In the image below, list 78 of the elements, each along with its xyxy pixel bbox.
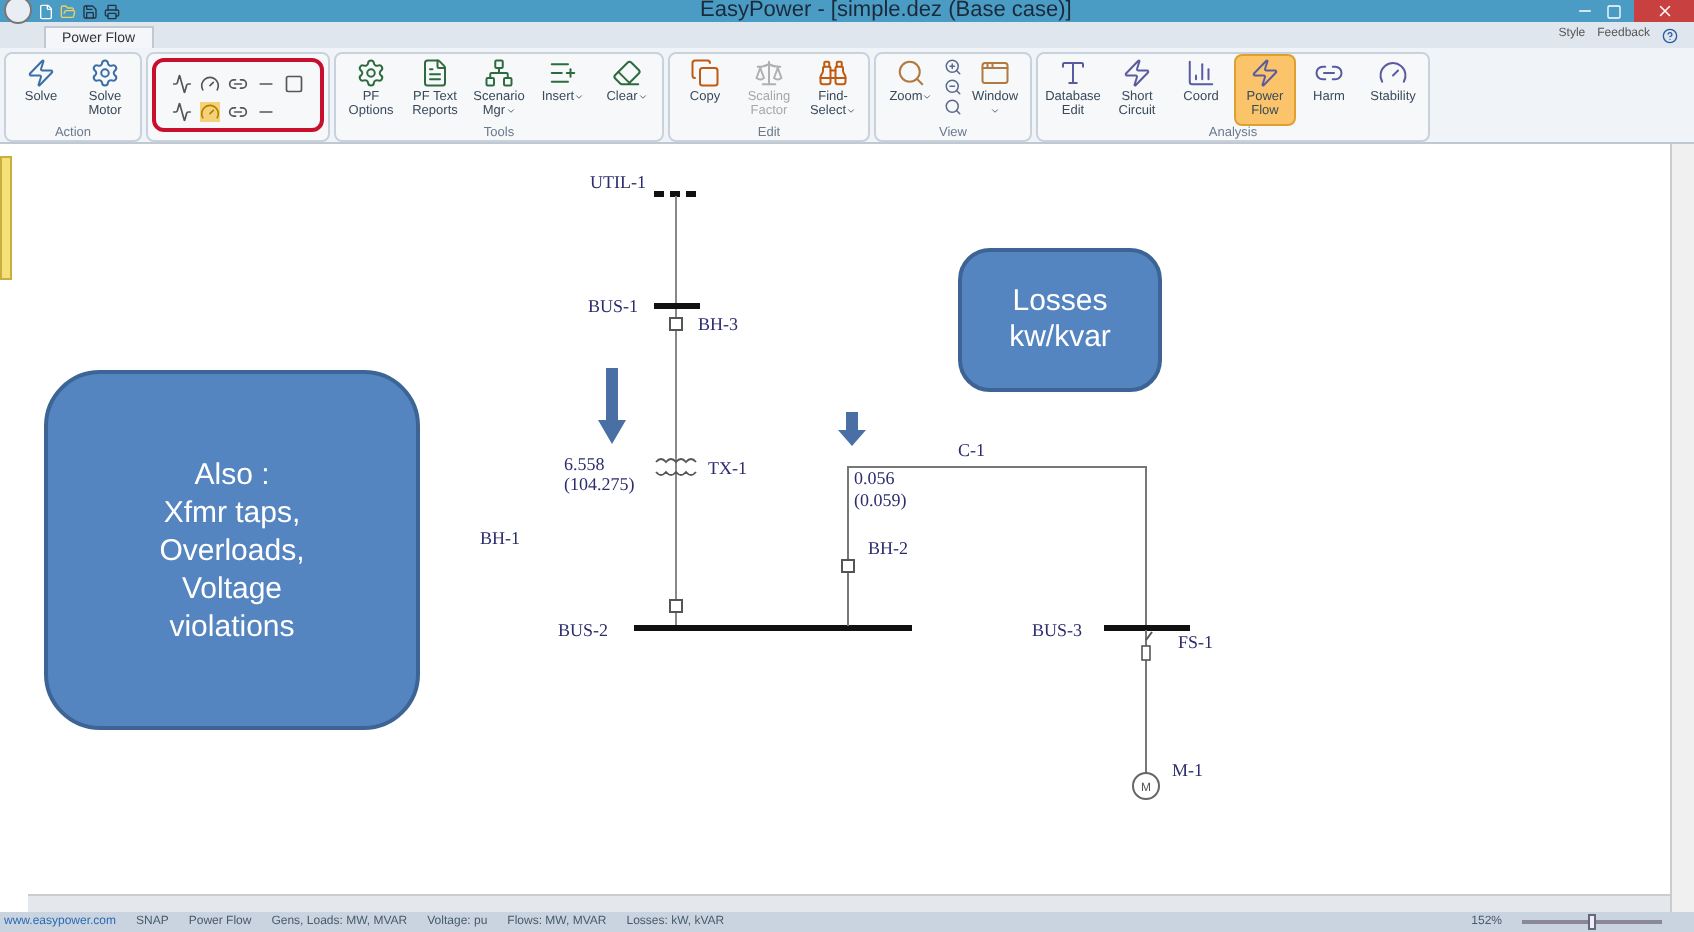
node-label: BH-1 xyxy=(480,528,520,548)
maximize-icon[interactable] xyxy=(1606,3,1622,19)
save-icon[interactable] xyxy=(82,3,98,19)
node-label: BUS-1 xyxy=(588,296,639,316)
node-label: FS-1 xyxy=(1178,632,1214,652)
node-label: BUS-2 xyxy=(558,620,609,640)
tool-icon[interactable] xyxy=(200,101,220,121)
caret-icon xyxy=(990,105,1000,116)
callout-text: Overloads, xyxy=(159,531,305,569)
flow-arrow xyxy=(838,412,866,446)
tool-icon xyxy=(1378,58,1408,88)
node-label: BUS-3 xyxy=(1032,620,1083,640)
callout-text: Voltage xyxy=(181,569,283,607)
tool-icon xyxy=(1058,58,1088,88)
callout-text: violations xyxy=(169,607,295,645)
help-icon[interactable] xyxy=(1662,27,1678,43)
printer-icon[interactable] xyxy=(104,3,120,19)
caret-icon xyxy=(574,91,585,102)
tool-icon xyxy=(356,58,386,88)
callout-text: kw/kvar xyxy=(1009,320,1111,356)
new-file-icon[interactable] xyxy=(38,3,54,19)
flow-value: (104.275) xyxy=(564,474,635,494)
vertical-scrollbar[interactable] xyxy=(1670,144,1694,912)
tool-icon xyxy=(612,58,642,88)
node-label: TX-1 xyxy=(708,458,747,478)
tool-icon xyxy=(1186,58,1216,88)
bus-bar xyxy=(654,303,700,309)
node-label: UTIL-1 xyxy=(590,172,646,192)
tool-icon xyxy=(420,58,450,88)
node-label: BH-2 xyxy=(868,538,908,558)
tool-icon[interactable] xyxy=(284,73,304,93)
tool-icon[interactable] xyxy=(228,101,248,121)
node-label: M-1 xyxy=(1172,760,1203,780)
tool-icon xyxy=(818,58,848,88)
tool-icon xyxy=(896,58,926,88)
tool-icon[interactable] xyxy=(172,101,192,121)
tool-icon xyxy=(980,58,1010,88)
caret-icon xyxy=(637,91,648,102)
caret-icon xyxy=(505,105,516,116)
app-logo-icon[interactable] xyxy=(4,0,32,23)
tool-icon xyxy=(1250,58,1280,88)
close-icon xyxy=(1655,2,1673,20)
utility-symbol xyxy=(654,191,698,197)
horizontal-scrollbar[interactable] xyxy=(28,894,1670,912)
breaker-symbol xyxy=(841,559,855,573)
tool-icon[interactable] xyxy=(200,73,220,93)
callout-text: Xfmr taps, xyxy=(163,493,301,531)
zoom-in-icon[interactable] xyxy=(944,58,962,76)
tool-icon xyxy=(90,58,120,88)
tool-icon xyxy=(690,58,720,88)
caret-icon xyxy=(922,91,933,102)
transformer-symbol xyxy=(655,458,697,476)
flow-value: (0.059) xyxy=(854,490,907,510)
tool-icon xyxy=(26,58,56,88)
slider-thumb[interactable] xyxy=(1588,914,1596,930)
node-label: BH-3 xyxy=(698,314,738,334)
motor-symbol xyxy=(1132,772,1160,800)
tool-icon xyxy=(484,58,514,88)
tool-icon xyxy=(548,58,578,88)
tool-icon xyxy=(1122,58,1152,88)
flow-arrow xyxy=(598,368,626,444)
bus-bar xyxy=(1104,625,1190,631)
callout-text: Losses xyxy=(1012,284,1108,320)
search-icon[interactable] xyxy=(944,98,962,116)
tool-icon xyxy=(754,58,784,88)
flow-value: 0.056 xyxy=(854,468,895,488)
caret-icon xyxy=(846,105,857,116)
callout-text: Also : xyxy=(194,455,270,493)
node-label: C-1 xyxy=(958,440,985,460)
tool-icon[interactable] xyxy=(172,73,192,93)
window-title: EasyPower - [simple.dez (Base case)] xyxy=(700,0,1072,22)
fuse-switch-symbol xyxy=(1141,631,1153,661)
zoom-out-icon[interactable] xyxy=(944,78,962,96)
flow-value: 6.558 xyxy=(564,454,605,474)
tool-icon[interactable] xyxy=(228,73,248,93)
breaker-symbol xyxy=(669,317,683,331)
breaker-symbol xyxy=(669,599,683,613)
close-button[interactable] xyxy=(1634,0,1694,22)
